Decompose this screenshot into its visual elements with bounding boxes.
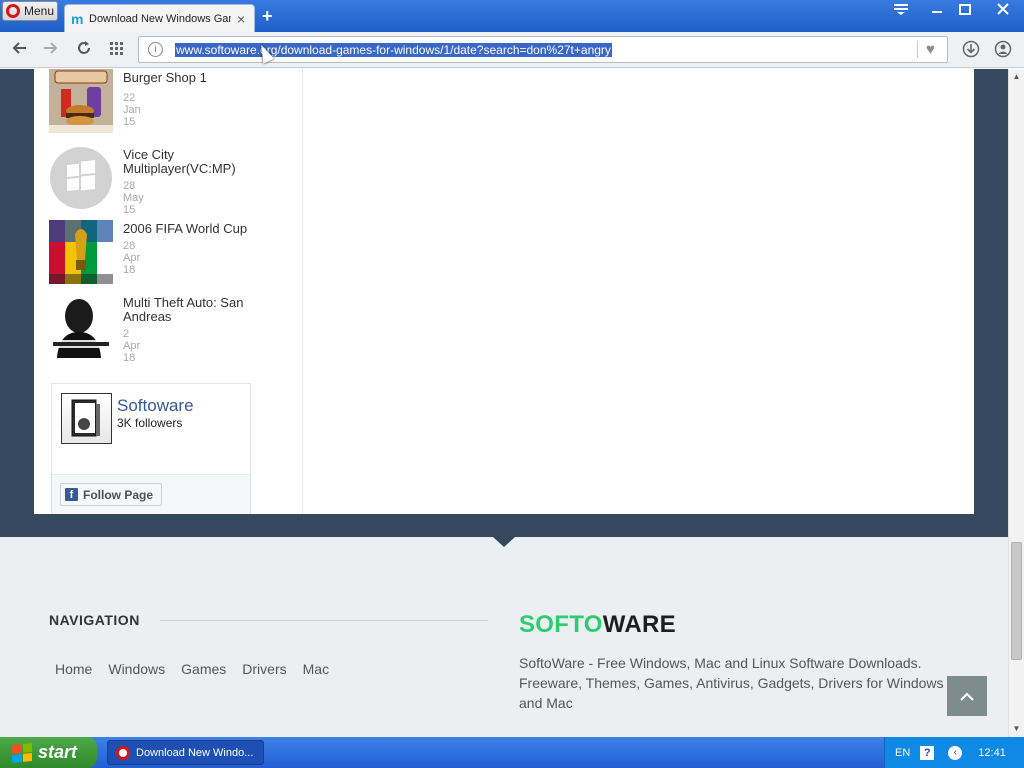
facebook-widget-footer: f Follow Page bbox=[52, 474, 250, 514]
facebook-followers-count: 3K followers bbox=[117, 416, 183, 430]
tray-expand-icon[interactable]: ‹ bbox=[948, 745, 963, 760]
footer-link-mac[interactable]: Mac bbox=[303, 661, 329, 677]
start-label: start bbox=[38, 742, 78, 762]
site-favicon-icon: m bbox=[71, 10, 84, 27]
site-info-icon[interactable]: i bbox=[148, 42, 163, 57]
scrollbar-thumb[interactable] bbox=[1011, 542, 1022, 660]
follow-page-button[interactable]: f Follow Page bbox=[60, 483, 163, 506]
footer-link-drivers[interactable]: Drivers bbox=[242, 661, 286, 677]
footer-link-games[interactable]: Games bbox=[181, 661, 226, 677]
windows-logo-thumbnail[interactable] bbox=[49, 146, 113, 210]
language-indicator[interactable]: EN bbox=[895, 747, 910, 759]
footer-nav-links: Home Windows Games Drivers Mac bbox=[55, 661, 329, 677]
tab-active[interactable]: m Download New Windows Games × bbox=[64, 4, 255, 32]
game-date: 2 Apr 18 bbox=[123, 328, 141, 364]
heading-divider bbox=[160, 620, 488, 621]
url-text[interactable]: www.softoware.org/download-games-for-win… bbox=[175, 43, 612, 57]
minimize-icon[interactable] bbox=[926, 2, 948, 20]
facebook-icon: f bbox=[65, 488, 78, 501]
brand-part-dark: WARE bbox=[602, 611, 676, 638]
menu-label: Menu bbox=[24, 4, 55, 18]
help-icon[interactable]: ? bbox=[920, 745, 935, 760]
game-title[interactable]: Burger Shop 1 bbox=[123, 71, 263, 85]
windows-taskbar: start Download New Windo... EN ? ‹ 12:41 bbox=[0, 737, 1024, 768]
scroll-down-arrow-icon[interactable]: ▼ bbox=[1009, 721, 1024, 736]
forward-icon[interactable] bbox=[40, 40, 60, 60]
game-date: 28 Apr 18 bbox=[123, 240, 141, 276]
game-title[interactable]: 2006 FIFA World Cup bbox=[123, 222, 263, 236]
windows-flag-icon bbox=[12, 742, 32, 763]
browser-titlebar: Menu m Download New Windows Games × + bbox=[0, 0, 1024, 32]
multi-theft-auto-thumbnail[interactable] bbox=[49, 294, 113, 358]
brand-part-green: SOFTO bbox=[519, 611, 603, 638]
reload-icon[interactable] bbox=[74, 40, 94, 60]
system-tray: EN ? ‹ 12:41 bbox=[884, 737, 1024, 768]
facebook-page-widget: Softoware 3K followers f Follow Page bbox=[51, 383, 251, 514]
brand-description: SoftoWare - Free Windows, Mac and Linux … bbox=[519, 655, 944, 711]
softoware-page-logo[interactable] bbox=[61, 393, 112, 444]
game-date: 22 Jan 15 bbox=[123, 92, 141, 128]
tab-close-icon[interactable]: × bbox=[237, 11, 245, 27]
game-title[interactable]: Multi Theft Auto: San Andreas bbox=[123, 296, 263, 324]
tab-menu-icon[interactable] bbox=[890, 2, 912, 20]
account-icon[interactable] bbox=[993, 40, 1013, 60]
footer-navigation-heading: NAVIGATION bbox=[49, 612, 140, 628]
page-scrollbar[interactable]: ▲ ▼ bbox=[1008, 69, 1024, 737]
scroll-to-top-button[interactable] bbox=[947, 676, 987, 716]
burger-shop-thumbnail[interactable] bbox=[49, 69, 113, 133]
taskbar-opera-window[interactable]: Download New Windo... bbox=[107, 740, 264, 765]
softoware-brand-logo[interactable]: SOFTOWARE bbox=[519, 611, 676, 639]
scroll-up-arrow-icon[interactable]: ▲ bbox=[1009, 69, 1024, 84]
section-pointer bbox=[493, 537, 515, 547]
chevron-up-icon bbox=[960, 692, 974, 701]
facebook-page-name[interactable]: Softoware bbox=[117, 396, 194, 416]
speed-dial-icon[interactable] bbox=[106, 40, 126, 60]
taskbar-window-label: Download New Windo... bbox=[136, 746, 254, 759]
maximize-icon[interactable] bbox=[954, 2, 976, 20]
new-tab-icon[interactable]: + bbox=[262, 6, 273, 27]
content-card: Burger Shop 1 22 Jan 15 Vice City Multip… bbox=[34, 69, 974, 514]
footer-link-home[interactable]: Home bbox=[55, 661, 92, 677]
follow-page-label: Follow Page bbox=[83, 487, 154, 502]
page-viewport: Burger Shop 1 22 Jan 15 Vice City Multip… bbox=[0, 69, 1008, 737]
clock: 12:41 bbox=[978, 746, 1006, 759]
sidebar-divider bbox=[302, 69, 303, 514]
game-date: 28 May 15 bbox=[123, 180, 144, 216]
start-button[interactable]: start bbox=[0, 737, 97, 768]
heart-icon[interactable]: ♥ bbox=[917, 41, 935, 58]
download-icon[interactable] bbox=[961, 40, 981, 60]
close-icon[interactable] bbox=[992, 2, 1014, 20]
opera-icon bbox=[116, 745, 130, 760]
fifa-world-cup-thumbnail[interactable] bbox=[49, 220, 113, 284]
opera-logo-icon bbox=[6, 4, 20, 18]
footer-link-windows[interactable]: Windows bbox=[108, 661, 165, 677]
address-toolbar: i www.softoware.org/download-games-for-w… bbox=[0, 32, 1024, 68]
game-title[interactable]: Vice City Multiplayer(VC:MP) bbox=[123, 148, 263, 176]
back-icon[interactable] bbox=[10, 40, 30, 60]
opera-menu-button[interactable]: Menu bbox=[2, 1, 58, 21]
tab-title: Download New Windows Games bbox=[89, 12, 231, 25]
